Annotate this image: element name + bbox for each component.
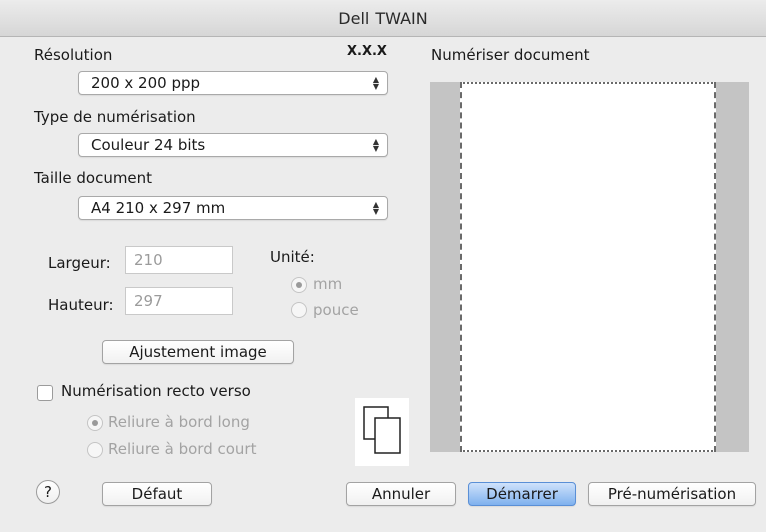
height-field[interactable]: 297 — [125, 287, 233, 315]
width-field[interactable]: 210 — [125, 246, 233, 274]
help-button[interactable]: ? — [36, 480, 60, 504]
start-button[interactable]: Démarrer — [468, 482, 576, 506]
default-button[interactable]: Défaut — [102, 482, 212, 506]
resolution-label: Résolution — [34, 46, 113, 64]
select-arrows-icon: ▲ ▼ — [372, 75, 380, 91]
binding-long-radio[interactable] — [87, 415, 103, 431]
prescan-button[interactable]: Pré-numérisation — [588, 482, 756, 506]
binding-short-radio[interactable] — [87, 442, 103, 458]
document-size-label: Taille document — [34, 169, 153, 187]
duplex-pages-icon — [355, 398, 409, 466]
unit-mm-label: mm — [313, 275, 343, 293]
duplex-checkbox[interactable] — [37, 385, 53, 401]
unit-inch-radio[interactable] — [291, 302, 307, 318]
unit-inch-label: pouce — [313, 301, 359, 319]
document-size-select[interactable]: A4 210 x 297 mm ▲ ▼ — [78, 196, 388, 220]
preview-page — [460, 82, 716, 452]
scan-type-select[interactable]: Couleur 24 bits ▲ ▼ — [78, 133, 388, 157]
select-arrows-icon: ▲ ▼ — [372, 137, 380, 153]
preview-area[interactable] — [430, 82, 749, 452]
height-label: Hauteur: — [48, 296, 114, 314]
preview-label: Numériser document — [431, 46, 590, 64]
scan-type-value: Couleur 24 bits — [91, 136, 206, 154]
window-title-dell: Dell — [338, 8, 370, 28]
scan-type-label: Type de numérisation — [34, 108, 196, 126]
document-size-value: A4 210 x 297 mm — [91, 199, 226, 217]
resolution-select[interactable]: 200 x 200 ppp ▲ ▼ — [78, 71, 388, 95]
window-title-twain: TWAIN — [375, 8, 428, 28]
cancel-button[interactable]: Annuler — [346, 482, 456, 506]
unit-mm-radio[interactable] — [291, 277, 307, 293]
adjust-image-button[interactable]: Ajustement image — [102, 340, 294, 364]
title-bar: Dell TWAIN — [0, 0, 766, 37]
binding-long-label: Reliure à bord long — [108, 413, 250, 431]
version-label: X.X.X — [347, 44, 387, 59]
duplex-label: Numérisation recto verso — [61, 382, 251, 400]
resolution-value: 200 x 200 ppp — [91, 74, 201, 92]
select-arrows-icon: ▲ ▼ — [372, 200, 380, 216]
unit-label: Unité: — [270, 248, 315, 266]
width-label: Largeur: — [48, 254, 111, 272]
binding-short-label: Reliure à bord court — [108, 440, 257, 458]
